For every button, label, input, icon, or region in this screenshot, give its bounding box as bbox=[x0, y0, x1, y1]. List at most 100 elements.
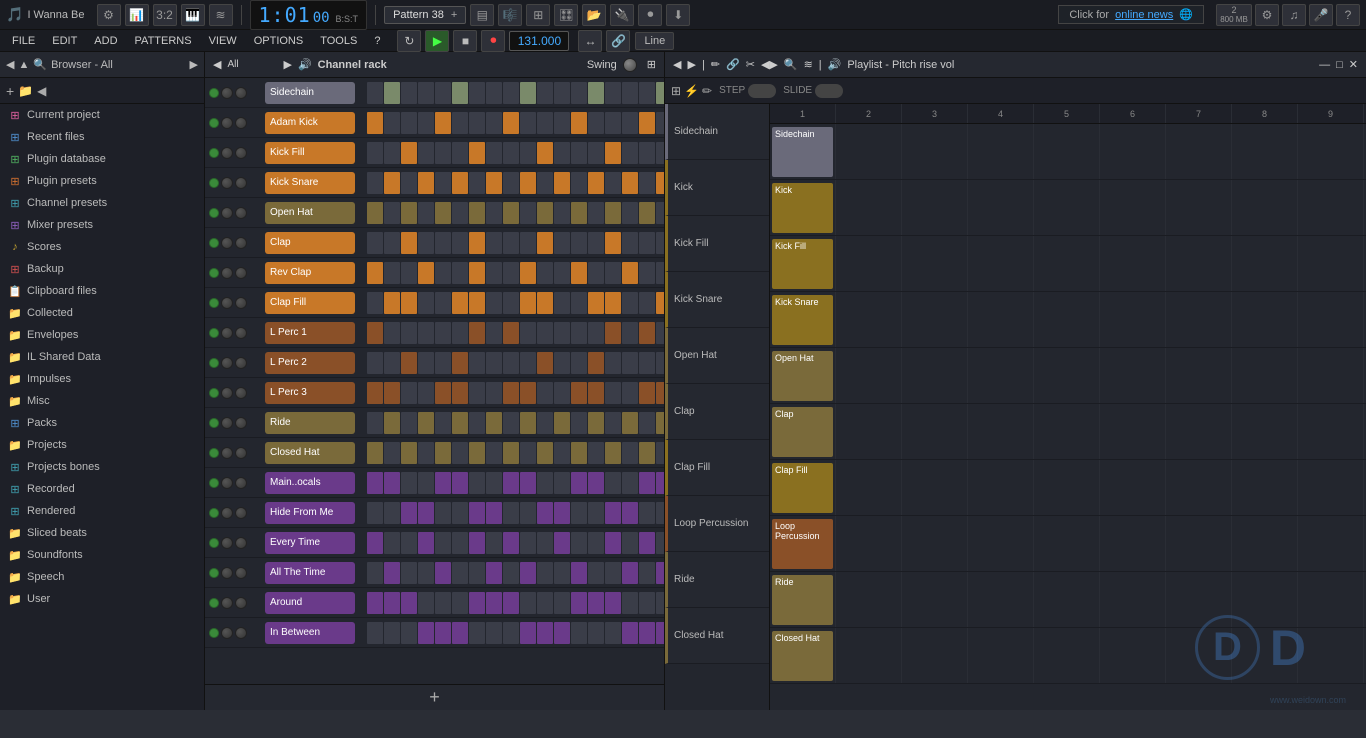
pad-16-16[interactable] bbox=[639, 562, 655, 584]
pad-11-15[interactable] bbox=[622, 412, 638, 434]
pl-cell-4-6[interactable] bbox=[1166, 348, 1232, 403]
tempo-display[interactable]: 131.000 bbox=[509, 31, 569, 51]
pad-11-1[interactable] bbox=[384, 412, 400, 434]
pad-3-14[interactable] bbox=[605, 172, 621, 194]
pad-15-6[interactable] bbox=[469, 532, 485, 554]
midi-icon[interactable]: ♫ bbox=[1282, 4, 1306, 26]
channel-name-btn-3[interactable]: Kick Snare bbox=[265, 172, 355, 194]
pad-17-8[interactable] bbox=[503, 592, 519, 614]
pad-10-12[interactable] bbox=[571, 382, 587, 404]
pad-5-14[interactable] bbox=[605, 232, 621, 254]
pad-1-3[interactable] bbox=[418, 112, 434, 134]
pad-1-17[interactable] bbox=[656, 112, 664, 134]
pad-6-15[interactable] bbox=[622, 262, 638, 284]
playlist-tool2[interactable]: 🔗 bbox=[726, 58, 740, 71]
pad-14-6[interactable] bbox=[469, 502, 485, 524]
pad-7-16[interactable] bbox=[639, 292, 655, 314]
play-btn[interactable]: ▶ bbox=[425, 30, 449, 52]
pl-cell-3-0[interactable]: Kick Snare bbox=[770, 292, 836, 347]
sidebar-item-recorded[interactable]: ⊞ Recorded bbox=[0, 478, 204, 500]
sidebar-item-backup[interactable]: ⊞ Backup bbox=[0, 258, 204, 280]
pl-cell-9-1[interactable] bbox=[836, 628, 902, 683]
channel-pan-knob-17[interactable] bbox=[235, 597, 247, 609]
pad-15-3[interactable] bbox=[418, 532, 434, 554]
pl-cell-2-3[interactable] bbox=[968, 236, 1034, 291]
pad-18-15[interactable] bbox=[622, 622, 638, 644]
pad-16-6[interactable] bbox=[469, 562, 485, 584]
pad-3-1[interactable] bbox=[384, 172, 400, 194]
pad-12-11[interactable] bbox=[554, 442, 570, 464]
pad-14-1[interactable] bbox=[384, 502, 400, 524]
pad-12-2[interactable] bbox=[401, 442, 417, 464]
news-bar[interactable]: Click for online news 🌐 bbox=[1058, 5, 1204, 24]
pad-12-15[interactable] bbox=[622, 442, 638, 464]
pl-cell-1-8[interactable] bbox=[1298, 180, 1364, 235]
pattern-add[interactable]: + bbox=[451, 9, 457, 21]
pad-11-14[interactable] bbox=[605, 412, 621, 434]
pl-cell-9-2[interactable] bbox=[902, 628, 968, 683]
pad-8-7[interactable] bbox=[486, 322, 502, 344]
pl-cell-0-4[interactable] bbox=[1034, 124, 1100, 179]
pad-13-5[interactable] bbox=[452, 472, 468, 494]
pad-4-13[interactable] bbox=[588, 202, 604, 224]
pad-0-4[interactable] bbox=[435, 82, 451, 104]
pad-7-12[interactable] bbox=[571, 292, 587, 314]
channel-active-0[interactable] bbox=[209, 88, 219, 98]
pl-cell-2-7[interactable] bbox=[1232, 236, 1298, 291]
pad-2-11[interactable] bbox=[554, 142, 570, 164]
pad-1-2[interactable] bbox=[401, 112, 417, 134]
pl-cell-6-8[interactable] bbox=[1298, 460, 1364, 515]
pad-16-0[interactable] bbox=[367, 562, 383, 584]
pad-15-14[interactable] bbox=[605, 532, 621, 554]
pad-11-5[interactable] bbox=[452, 412, 468, 434]
pad-7-11[interactable] bbox=[554, 292, 570, 314]
pad-12-3[interactable] bbox=[418, 442, 434, 464]
pad-11-2[interactable] bbox=[401, 412, 417, 434]
pad-1-13[interactable] bbox=[588, 112, 604, 134]
pad-14-5[interactable] bbox=[452, 502, 468, 524]
channel-vol-knob-9[interactable] bbox=[221, 357, 233, 369]
pad-4-16[interactable] bbox=[639, 202, 655, 224]
pad-12-16[interactable] bbox=[639, 442, 655, 464]
pad-5-7[interactable] bbox=[486, 232, 502, 254]
channel-vol-knob-10[interactable] bbox=[221, 387, 233, 399]
pad-15-17[interactable] bbox=[656, 532, 664, 554]
pad-17-15[interactable] bbox=[622, 592, 638, 614]
pad-2-4[interactable] bbox=[435, 142, 451, 164]
pl-cell-6-1[interactable] bbox=[836, 460, 902, 515]
pad-9-10[interactable] bbox=[537, 352, 553, 374]
pad-11-3[interactable] bbox=[418, 412, 434, 434]
pad-5-11[interactable] bbox=[554, 232, 570, 254]
pad-2-13[interactable] bbox=[588, 142, 604, 164]
channel-active-1[interactable] bbox=[209, 118, 219, 128]
pad-4-9[interactable] bbox=[520, 202, 536, 224]
pl-cell-3-2[interactable] bbox=[902, 292, 968, 347]
sidebar-item-rendered[interactable]: ⊞ Rendered bbox=[0, 500, 204, 522]
add-channel-button[interactable]: + bbox=[429, 687, 440, 708]
pad-13-7[interactable] bbox=[486, 472, 502, 494]
channel-vol-knob-13[interactable] bbox=[221, 477, 233, 489]
pl-cell-8-1[interactable] bbox=[836, 572, 902, 627]
channel-name-btn-6[interactable]: Rev Clap bbox=[265, 262, 355, 284]
pad-16-10[interactable] bbox=[537, 562, 553, 584]
pl-cell-7-7[interactable] bbox=[1232, 516, 1298, 571]
record-icon[interactable]: ⏺ bbox=[638, 4, 662, 26]
channel-active-13[interactable] bbox=[209, 478, 219, 488]
pad-10-8[interactable] bbox=[503, 382, 519, 404]
pl-cell-0-7[interactable] bbox=[1232, 124, 1298, 179]
pad-8-10[interactable] bbox=[537, 322, 553, 344]
pl-cell-1-1[interactable] bbox=[836, 180, 902, 235]
pl-cell-9-7[interactable] bbox=[1232, 628, 1298, 683]
pl-cell-4-0[interactable]: Open Hat bbox=[770, 348, 836, 403]
pad-12-1[interactable] bbox=[384, 442, 400, 464]
pl-cell-7-3[interactable] bbox=[968, 516, 1034, 571]
sidebar-folder-btn[interactable]: 📁 bbox=[18, 84, 33, 98]
pl-cell-4-8[interactable] bbox=[1298, 348, 1364, 403]
channel-active-17[interactable] bbox=[209, 598, 219, 608]
pad-10-3[interactable] bbox=[418, 382, 434, 404]
pad-15-11[interactable] bbox=[554, 532, 570, 554]
pl-cell-7-1[interactable] bbox=[836, 516, 902, 571]
pad-1-16[interactable] bbox=[639, 112, 655, 134]
channel-name-btn-2[interactable]: Kick Fill bbox=[265, 142, 355, 164]
pad-6-4[interactable] bbox=[435, 262, 451, 284]
